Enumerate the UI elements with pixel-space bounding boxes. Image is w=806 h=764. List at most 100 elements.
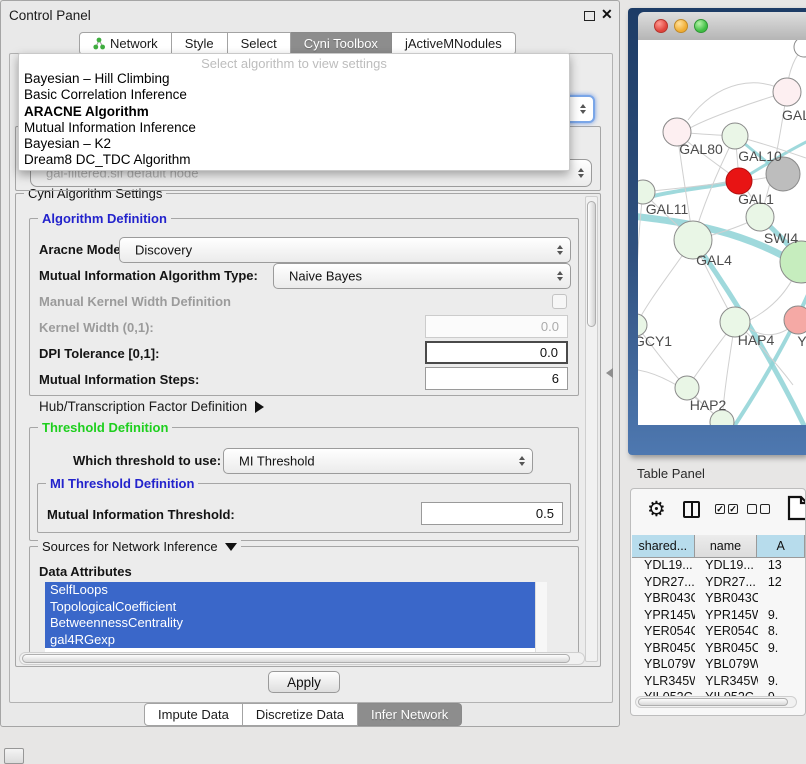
network-node[interactable]: [746, 203, 774, 231]
network-node-label: Y: [797, 333, 806, 349]
mi-threshold-field[interactable]: 0.5: [421, 502, 563, 525]
network-node-label: HAP4: [738, 332, 775, 348]
network-canvas[interactable]: GALGAL80GAL10GAL1GAL11SWI4GAL4GCY1HAP4YH…: [638, 40, 806, 425]
column-header-a[interactable]: A: [757, 535, 805, 557]
scrollbar-thumb[interactable]: [638, 698, 788, 706]
tab-jactivemnodules[interactable]: jActiveMNodules: [392, 32, 516, 55]
data-attribute-item[interactable]: SelfLoops: [45, 582, 547, 599]
column-header-shared-[interactable]: shared...: [632, 535, 695, 557]
algorithm-option[interactable]: ARACNE Algorithm: [19, 104, 569, 120]
zoom-traffic-light[interactable]: [694, 19, 708, 33]
combo-arrows-icon: [557, 245, 563, 255]
bottom-tab-bar: Impute DataDiscretize DataInfer Network: [144, 703, 462, 726]
which-threshold-combobox[interactable]: MI Threshold: [223, 448, 533, 474]
data-attributes-list: SelfLoopsTopologicalCoefficientBetweenne…: [45, 582, 547, 652]
network-node[interactable]: [794, 40, 806, 57]
tab-select[interactable]: Select: [228, 32, 291, 55]
float-window-icon[interactable]: [584, 11, 595, 21]
settings-horizontal-scrollbar[interactable]: [19, 652, 585, 665]
table-cell: YDR27...: [632, 574, 695, 591]
table-row[interactable]: YBR045CYBR045C9.: [632, 640, 806, 657]
network-node[interactable]: [773, 78, 801, 106]
table-cell: YIL052C: [632, 689, 695, 696]
close-icon[interactable]: ✕: [601, 6, 613, 23]
table-cell: YIL052C: [695, 689, 758, 696]
algorithm-popup-list: Bayesian – Hill ClimbingBasic Correlatio…: [19, 71, 569, 169]
collapse-arrow-icon[interactable]: [225, 543, 237, 551]
table-row[interactable]: YIL052CYIL052C9.: [632, 689, 806, 696]
combo-arrows-icon: [580, 104, 586, 114]
table-cell: 9.: [758, 640, 806, 657]
which-threshold-label: Which threshold to use:: [73, 453, 221, 468]
table-row[interactable]: YBL079WYBL079W: [632, 656, 806, 673]
network-node-label: GAL10: [738, 148, 782, 164]
bottom-tab-discretize-data[interactable]: Discretize Data: [243, 703, 358, 726]
close-traffic-light[interactable]: [654, 19, 668, 33]
hub-section-toggle[interactable]: Hub/Transcription Factor Definition: [39, 399, 264, 414]
mi-steps-field[interactable]: 6: [425, 367, 568, 390]
network-graph[interactable]: GALGAL80GAL10GAL1GAL11SWI4GAL4GCY1HAP4YH…: [638, 40, 806, 425]
tab-style[interactable]: Style: [172, 32, 228, 55]
algorithm-option[interactable]: Dream8 DC_TDC Algorithm: [19, 152, 569, 168]
select-all-checkboxes-icon[interactable]: ✓ ✓: [715, 504, 738, 514]
algorithm-dropdown-popup: Select algorithm to view settings Bayesi…: [18, 53, 570, 171]
page-title: Control Panel: [9, 8, 91, 23]
expand-arrow-icon[interactable]: [255, 401, 264, 413]
new-table-icon[interactable]: [787, 495, 806, 521]
algorithm-option[interactable]: Basic Correlation Inference: [19, 87, 569, 103]
columns-icon[interactable]: [683, 501, 700, 518]
tab-cyni-toolbox[interactable]: Cyni Toolbox: [291, 32, 392, 55]
control-panel-window: Control Panel ✕ NetworkStyleSelectCyni T…: [0, 0, 620, 727]
table-row[interactable]: YBR043CYBR043C: [632, 590, 806, 607]
scrollbar-thumb[interactable]: [587, 201, 596, 327]
mi-threshold-label: Mutual Information Threshold:: [47, 507, 235, 522]
list-scrollbar[interactable]: [535, 582, 547, 652]
table-cell: YDL19...: [632, 557, 695, 574]
table-row[interactable]: YER054CYER054C8.: [632, 623, 806, 640]
bottom-tab-infer-network[interactable]: Infer Network: [358, 703, 462, 726]
scrollbar-thumb[interactable]: [22, 654, 570, 663]
column-header-name[interactable]: name: [695, 535, 758, 557]
algorithm-option[interactable]: Bayesian – K2: [19, 136, 569, 152]
network-node[interactable]: [722, 123, 748, 149]
manual-kernel-label: Manual Kernel Width Definition: [39, 294, 231, 309]
group-title: Algorithm Definition: [38, 211, 171, 226]
table-row[interactable]: YDR27...YDR27...12: [632, 574, 806, 591]
gear-icon[interactable]: ⚙: [647, 497, 666, 522]
settings-vertical-scrollbar[interactable]: [585, 196, 598, 662]
mi-type-combobox[interactable]: Naive Bayes: [273, 263, 571, 289]
network-view-frame[interactable]: GALGAL80GAL10GAL1GAL11SWI4GAL4GCY1HAP4YH…: [628, 8, 806, 455]
data-attribute-item[interactable]: TopologicalCoefficient: [45, 599, 547, 616]
aracne-mode-value: Discovery: [135, 243, 192, 258]
table-row[interactable]: YDL19...YDL19...13: [632, 557, 806, 574]
table-panel: ⚙ ✓ ✓ shared...nameA YDL19...YDL19...13Y…: [630, 488, 806, 716]
table-cell: YBR043C: [632, 590, 695, 607]
dpi-tolerance-field[interactable]: 0.0: [425, 341, 568, 364]
minimize-traffic-light[interactable]: [674, 19, 688, 33]
algorithm-option[interactable]: Bayesian – Hill Climbing: [19, 71, 569, 87]
mi-steps-label: Mutual Information Steps:: [39, 372, 199, 387]
table-row[interactable]: YPR145WYPR145W9.: [632, 607, 806, 624]
network-node-label: GCY1: [638, 333, 672, 349]
kernel-width-label: Kernel Width (0,1):: [39, 320, 154, 335]
bottom-tab-impute-data[interactable]: Impute Data: [144, 703, 243, 726]
aracne-mode-combobox[interactable]: Discovery: [119, 237, 571, 263]
tab-bar: NetworkStyleSelectCyni ToolboxjActiveMNo…: [79, 32, 516, 55]
algorithm-popup-prompt: Select algorithm to view settings: [19, 56, 569, 71]
tab-network[interactable]: Network: [79, 32, 172, 55]
data-attribute-item[interactable]: gal4RGexp: [45, 632, 547, 649]
table-row[interactable]: YLR345WYLR345W9.: [632, 673, 806, 690]
algorithm-option[interactable]: Mutual Information Inference: [19, 120, 569, 136]
network-window-titlebar[interactable]: [638, 12, 806, 41]
network-node[interactable]: [780, 241, 806, 283]
table-horizontal-scrollbar[interactable]: [635, 696, 797, 708]
data-attribute-item[interactable]: BetweennessCentrality: [45, 615, 547, 632]
table-cell: YBR043C: [695, 590, 758, 607]
splitter-collapse-icon[interactable]: [606, 368, 613, 378]
apply-button[interactable]: Apply: [268, 671, 340, 693]
deselect-all-checkboxes-icon[interactable]: [747, 504, 770, 514]
manual-kernel-checkbox[interactable]: [552, 294, 567, 309]
sources-group-title: Sources for Network Inference: [42, 539, 218, 554]
kernel-width-field[interactable]: 0.0: [425, 315, 568, 338]
group-title: Threshold Definition: [38, 420, 172, 435]
